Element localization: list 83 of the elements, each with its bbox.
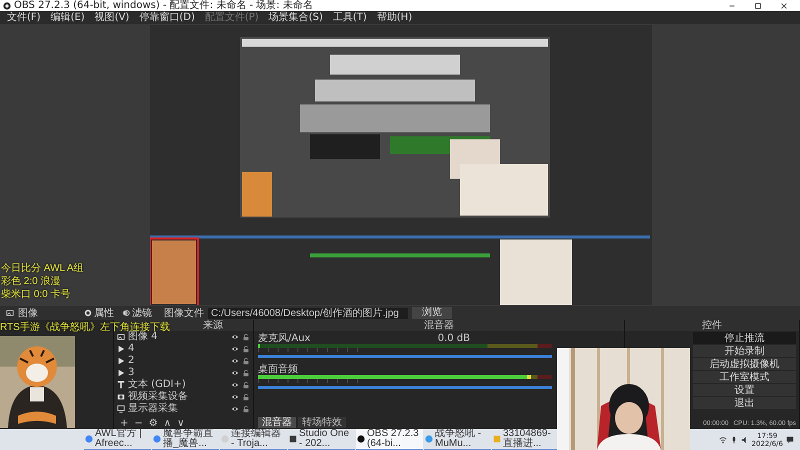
lock-icon[interactable] bbox=[242, 333, 250, 341]
eye-icon[interactable] bbox=[231, 357, 239, 365]
menu-item[interactable]: 帮助(H) bbox=[372, 12, 418, 24]
menu-item[interactable]: 停靠窗口(D) bbox=[134, 12, 200, 24]
lock-icon[interactable] bbox=[242, 381, 250, 389]
speaker-icon[interactable] bbox=[740, 436, 749, 444]
source-item[interactable]: 视频采集设备 bbox=[114, 391, 253, 403]
image-icon bbox=[6, 309, 14, 317]
source-toolbar-button[interactable]: + bbox=[118, 417, 130, 429]
source-name: 图像 bbox=[18, 307, 39, 320]
menu-item[interactable]: 视图(V) bbox=[90, 12, 134, 24]
source-toolbar-button[interactable]: − bbox=[132, 417, 145, 429]
channel-name: 桌面音频 bbox=[258, 364, 298, 375]
file-label: 图像文件 bbox=[164, 306, 204, 320]
overlay-text: 彩色 2:0 浪漫 bbox=[1, 275, 62, 288]
menu-item[interactable]: 工具(T) bbox=[328, 12, 372, 24]
volume-slider[interactable] bbox=[258, 386, 552, 389]
notification-icon[interactable] bbox=[786, 436, 794, 444]
control-button[interactable]: 设置 bbox=[693, 384, 796, 396]
network-icon[interactable] bbox=[718, 436, 727, 444]
app-icon bbox=[221, 435, 229, 443]
menu-item[interactable]: 文件(F) bbox=[2, 12, 46, 24]
source-item[interactable]: 图像 4 bbox=[114, 331, 253, 343]
taskbar-item[interactable]: Studio One - 202... bbox=[288, 429, 355, 450]
taskbar-item[interactable]: 魔兽争霸直播_魔兽... bbox=[152, 429, 219, 450]
filters-button[interactable]: 滤镜 bbox=[120, 306, 154, 320]
source-toolbar-button[interactable]: ⚙ bbox=[146, 417, 160, 429]
file-path-field[interactable]: C:/Users/46008/Desktop/创作酒的图片.jpg bbox=[208, 308, 408, 318]
eye-icon[interactable] bbox=[231, 369, 239, 377]
app-icon bbox=[493, 435, 501, 443]
source-item[interactable]: 4 bbox=[114, 343, 253, 355]
eye-icon[interactable] bbox=[231, 393, 239, 401]
filter-icon bbox=[122, 309, 130, 317]
panel-tab[interactable]: 转场特效 bbox=[298, 417, 346, 428]
source-toolbar-button[interactable]: ∨ bbox=[175, 417, 186, 429]
control-button[interactable]: 工作室模式 bbox=[693, 371, 796, 383]
overlay-text: RTS手游《战争怒吼》左下角连接下载 bbox=[0, 321, 170, 333]
source-item[interactable]: 2 bbox=[114, 355, 253, 367]
eye-icon[interactable] bbox=[231, 345, 239, 353]
app-icon bbox=[153, 435, 161, 443]
lock-icon[interactable] bbox=[242, 369, 250, 377]
control-button[interactable]: 开始录制 bbox=[693, 345, 796, 357]
eye-icon[interactable] bbox=[231, 333, 239, 341]
taskbar-item[interactable]: 连接编辑器 - Troja... bbox=[220, 429, 287, 450]
taskbar-item[interactable]: AWL官方 | Afreec... bbox=[84, 429, 151, 450]
source-item[interactable]: 显示器采集 bbox=[114, 403, 253, 415]
lock-icon[interactable] bbox=[242, 357, 250, 365]
taskbar-item[interactable]: OBS 27.2.3 (64-bi... bbox=[356, 429, 423, 450]
properties-button[interactable]: 属性 bbox=[82, 306, 116, 320]
panel-title: 控件 bbox=[625, 320, 799, 331]
monitor-icon bbox=[117, 405, 125, 413]
overlay-text: 今日比分 AWL A组 bbox=[1, 262, 84, 275]
text-icon bbox=[117, 381, 125, 389]
control-button[interactable]: 启动虚拟摄像机 bbox=[693, 358, 796, 370]
source-item[interactable]: 3 bbox=[114, 367, 253, 379]
menu-item[interactable]: 编辑(E) bbox=[46, 12, 90, 24]
source-toolbar-button[interactable]: ∧ bbox=[162, 417, 174, 429]
lock-icon[interactable] bbox=[242, 405, 250, 413]
channel-name: 麦克风/Aux bbox=[258, 333, 310, 344]
control-button[interactable]: 停止推流 bbox=[693, 332, 796, 344]
source-item[interactable]: 文本 (GDI+) bbox=[114, 379, 253, 391]
menu-item[interactable]: 场景集合(S) bbox=[264, 12, 328, 24]
taskbar-item[interactable]: 战争怒吼 - MuMu... bbox=[424, 429, 491, 450]
image-icon bbox=[117, 333, 125, 341]
browse-button[interactable]: 浏览 bbox=[412, 307, 452, 319]
app-icon bbox=[425, 435, 433, 443]
overlay-text: 柴米口 0:0 卡号 bbox=[1, 288, 72, 301]
volume-slider[interactable] bbox=[258, 355, 552, 358]
maximize-icon[interactable] bbox=[754, 2, 762, 10]
eye-icon[interactable] bbox=[231, 405, 239, 413]
panel-title: 混音器 bbox=[254, 320, 624, 331]
camera-icon bbox=[117, 393, 125, 401]
gear-icon bbox=[84, 309, 92, 317]
panel-tab[interactable]: 混音器 bbox=[258, 417, 296, 428]
lock-icon[interactable] bbox=[242, 345, 250, 353]
app-icon bbox=[289, 435, 297, 443]
lock-icon[interactable] bbox=[242, 393, 250, 401]
control-button[interactable]: 退出 bbox=[693, 397, 796, 409]
close-icon[interactable] bbox=[780, 2, 788, 10]
app-icon bbox=[85, 435, 93, 443]
channel-reading: 0.0 dB bbox=[438, 333, 470, 344]
eye-icon[interactable] bbox=[231, 381, 239, 389]
app-icon bbox=[357, 435, 365, 443]
